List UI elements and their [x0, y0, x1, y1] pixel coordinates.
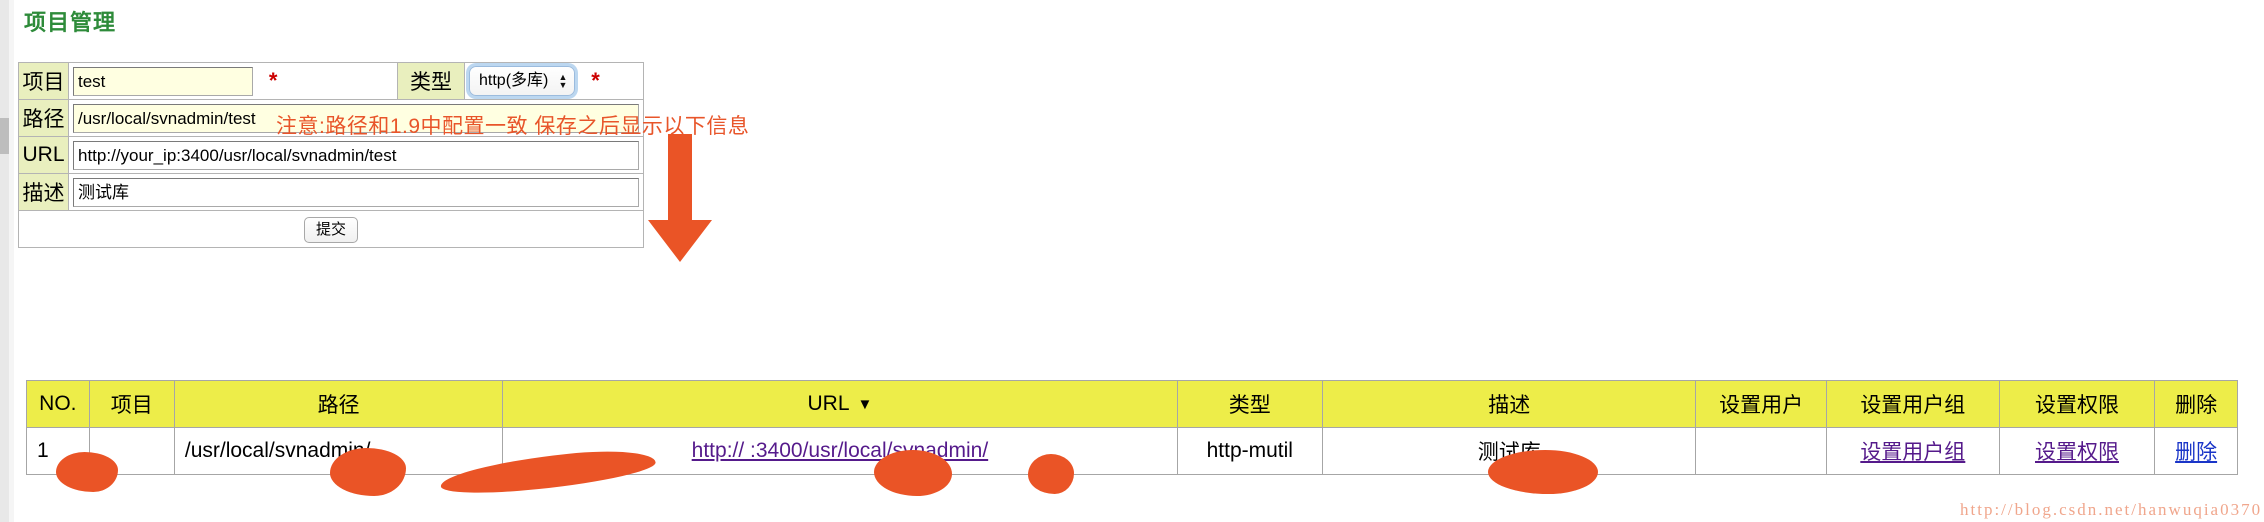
- cell-type: http-mutil: [1176, 427, 1323, 475]
- cell-set-group: 设置用户组: [1825, 427, 2000, 475]
- cell-delete: 删除: [2154, 427, 2238, 475]
- project-url-link[interactable]: http:// :3400/usr/local/svnadmin/: [692, 439, 989, 462]
- sort-descending-caret-icon: ▼: [857, 395, 873, 413]
- page-left-chrome: [0, 0, 9, 522]
- field-project-cell: test *: [68, 62, 398, 100]
- desc-input[interactable]: 测试库: [73, 177, 639, 207]
- field-url-cell: http://your_ip:3400/usr/local/svnadmin/t…: [68, 136, 669, 243]
- delete-link[interactable]: 删除: [2175, 441, 2217, 464]
- cell-url: http:// :3400/usr/local/svnadmin/: [502, 427, 1178, 475]
- cell-set-user: [1695, 427, 1827, 475]
- header-desc[interactable]: 描述: [1321, 380, 1697, 428]
- form-row-submit: 提交: [18, 210, 644, 248]
- cell-no: 1: [26, 427, 90, 475]
- form-row-project: 项目 test * 类型 http(多库) ▲ ▼ *: [18, 62, 644, 100]
- page-title: 项目管理: [24, 10, 117, 35]
- label-desc: 描述: [18, 173, 69, 211]
- header-no[interactable]: NO.: [26, 380, 90, 428]
- label-type: 类型: [397, 62, 465, 100]
- cell-desc: 测试库: [1321, 427, 1697, 475]
- header-set-perm[interactable]: 设置权限: [1998, 380, 2156, 428]
- project-form: 项目 test * 类型 http(多库) ▲ ▼ * 路径 /usr/local…: [18, 62, 669, 248]
- page-left-chrome-2: [9, 0, 14, 522]
- header-type[interactable]: 类型: [1176, 380, 1323, 428]
- project-list-table: NO. 项目 路径 URL ▼ 类型 描述 设置用户 设置用户组 设置权限 删除 …: [26, 380, 2238, 475]
- header-project[interactable]: 项目: [88, 380, 175, 428]
- table-header-row: NO. 项目 路径 URL ▼ 类型 描述 设置用户 设置用户组 设置权限 删除: [26, 380, 2238, 428]
- table-row: 1 /usr/local/svnadmin/ http:// :3400/usr…: [26, 427, 2238, 475]
- page-root: 项目管理 项目 test * 类型 http(多库) ▲ ▼ * 路径 /usr/…: [0, 0, 2264, 522]
- url-input[interactable]: http://your_ip:3400/usr/local/svnadmin/t…: [73, 140, 639, 170]
- submit-button[interactable]: 提交: [304, 216, 358, 243]
- cell-set-perm: 设置权限: [1998, 427, 2156, 475]
- field-type-cell: http(多库) ▲ ▼ *: [464, 62, 644, 100]
- form-row-desc: 描述 测试库: [18, 173, 644, 211]
- type-select[interactable]: http(多库) ▲ ▼: [469, 66, 576, 96]
- label-path: 路径: [18, 99, 69, 137]
- type-select-value: http(多库): [479, 72, 549, 89]
- cell-path: /usr/local/svnadmin/: [173, 427, 504, 475]
- label-project: 项目: [18, 62, 69, 100]
- stepper-updown-icon: ▲ ▼: [558, 72, 568, 90]
- header-delete[interactable]: 删除: [2154, 380, 2238, 428]
- field-desc-cell: 测试库: [68, 173, 644, 211]
- header-path[interactable]: 路径: [173, 380, 504, 428]
- label-url: URL: [18, 136, 69, 174]
- set-user-group-link[interactable]: 设置用户组: [1860, 441, 1965, 464]
- header-url[interactable]: URL ▼: [502, 380, 1178, 428]
- page-left-tab: [0, 118, 9, 154]
- header-url-label: URL: [807, 392, 850, 415]
- watermark: http://blog.csdn.net/hanwuqia0370: [1960, 500, 2263, 519]
- set-permission-link[interactable]: 设置权限: [2035, 441, 2119, 464]
- header-set-group[interactable]: 设置用户组: [1825, 380, 2000, 428]
- type-required-mark: *: [591, 68, 600, 93]
- project-input[interactable]: test: [73, 66, 253, 96]
- down-arrow-annotation-icon: [648, 134, 712, 262]
- header-set-user[interactable]: 设置用户: [1695, 380, 1827, 428]
- submit-cell: 提交: [18, 210, 644, 248]
- cell-project: [88, 427, 175, 475]
- form-row-url: URL http://your_ip:3400/usr/local/svnadm…: [18, 136, 669, 243]
- project-required-mark: *: [268, 68, 278, 93]
